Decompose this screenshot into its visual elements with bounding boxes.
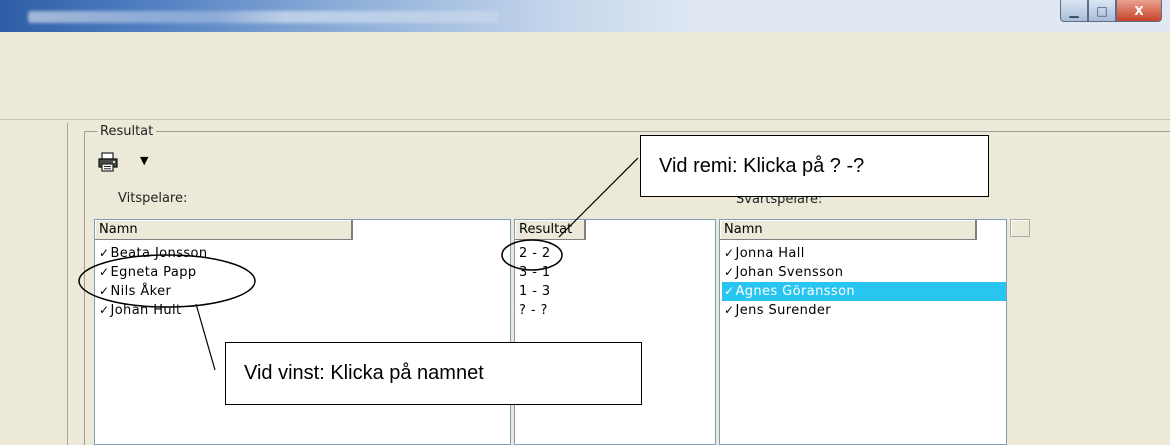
score-label: 3 - 1	[519, 265, 551, 280]
remi-callout: Vid remi: Klicka på ? -?	[640, 135, 989, 197]
white-player-label: Beata Jonsson	[110, 246, 208, 261]
white-player-label: Johan Hult	[110, 303, 182, 318]
white-player-row[interactable]: ✓Egneta Papp	[97, 263, 510, 282]
black-player-row[interactable]: ✓Jens Surender	[722, 301, 1006, 320]
white-name-column-header[interactable]: Namn	[95, 220, 353, 240]
white-player-label: Nils Åker	[110, 284, 172, 299]
printer-icon[interactable]	[96, 152, 120, 172]
win-callout: Vid vinst: Klicka på namnet	[225, 342, 642, 405]
left-panel	[0, 123, 68, 445]
results-rows: 2 - 2 3 - 1 1 - 3 ? - ?	[517, 244, 715, 320]
checkmark-icon: ✓	[99, 265, 110, 279]
black-name-column-header[interactable]: Namn	[720, 220, 977, 240]
black-player-label: Jonna Hall	[735, 246, 805, 261]
checkmark-icon: ✓	[99, 284, 110, 298]
checkmark-icon: ✓	[724, 284, 735, 298]
score-label: 1 - 3	[519, 284, 551, 299]
white-players-list[interactable]: Namn ✓Beata Jonsson ✓Egneta Papp ✓Nils Åke…	[94, 219, 511, 445]
black-player-label: Agnes Göransson	[735, 284, 856, 299]
close-button[interactable]: X	[1116, 0, 1162, 22]
white-players-rows: ✓Beata Jonsson ✓Egneta Papp ✓Nils Åker ✓Joh…	[97, 244, 510, 320]
checkmark-icon: ✓	[724, 246, 735, 260]
white-player-row[interactable]: ✓Nils Åker	[97, 282, 510, 301]
white-player-row[interactable]: ✓Johan Hult	[97, 301, 510, 320]
checkmark-icon: ✓	[99, 246, 110, 260]
results-list[interactable]: Resultat 2 - 2 3 - 1 1 - 3 ? - ?	[514, 219, 716, 445]
black-players-rows: ✓Jonna Hall ✓Johan Svensson ✓Agnes Göranss…	[722, 244, 1006, 320]
score-label: ? - ?	[519, 303, 548, 318]
score-label: 2 - 2	[519, 246, 551, 261]
black-player-row[interactable]: ✓Johan Svensson	[722, 263, 1006, 282]
black-player-row[interactable]: ✓Agnes Göransson	[722, 282, 1006, 301]
chevron-down-icon[interactable]: ▼	[140, 154, 148, 167]
scroll-up-button[interactable]	[1010, 219, 1030, 237]
minimize-button[interactable]: ▁	[1060, 0, 1088, 22]
score-row[interactable]: 2 - 2	[517, 244, 715, 263]
white-player-row[interactable]: ✓Beata Jonsson	[97, 244, 510, 263]
maximize-button[interactable]: □	[1088, 0, 1116, 22]
white-player-label: Egneta Papp	[110, 265, 197, 280]
checkmark-icon: ✓	[724, 303, 735, 317]
black-player-row[interactable]: ✓Jonna Hall	[722, 244, 1006, 263]
group-label: Resultat	[97, 124, 157, 139]
toolbar-area	[0, 32, 1170, 120]
checkmark-icon: ✓	[99, 303, 110, 317]
score-row[interactable]: 3 - 1	[517, 263, 715, 282]
black-players-list[interactable]: Namn ✓Jonna Hall ✓Johan Svensson ✓Agnes Gö…	[719, 219, 1007, 445]
black-player-label: Jens Surender	[735, 303, 832, 318]
black-player-label: Johan Svensson	[735, 265, 844, 280]
result-column-header[interactable]: Resultat	[515, 220, 586, 240]
checkmark-icon: ✓	[724, 265, 735, 279]
blurred-window-title	[28, 11, 498, 23]
white-player-label: Vitspelare:	[118, 191, 188, 206]
score-row[interactable]: ? - ?	[517, 301, 715, 320]
score-row[interactable]: 1 - 3	[517, 282, 715, 301]
window-controls: ▁ □ X	[1060, 0, 1162, 26]
title-bar: ▁ □ X	[0, 0, 1170, 32]
